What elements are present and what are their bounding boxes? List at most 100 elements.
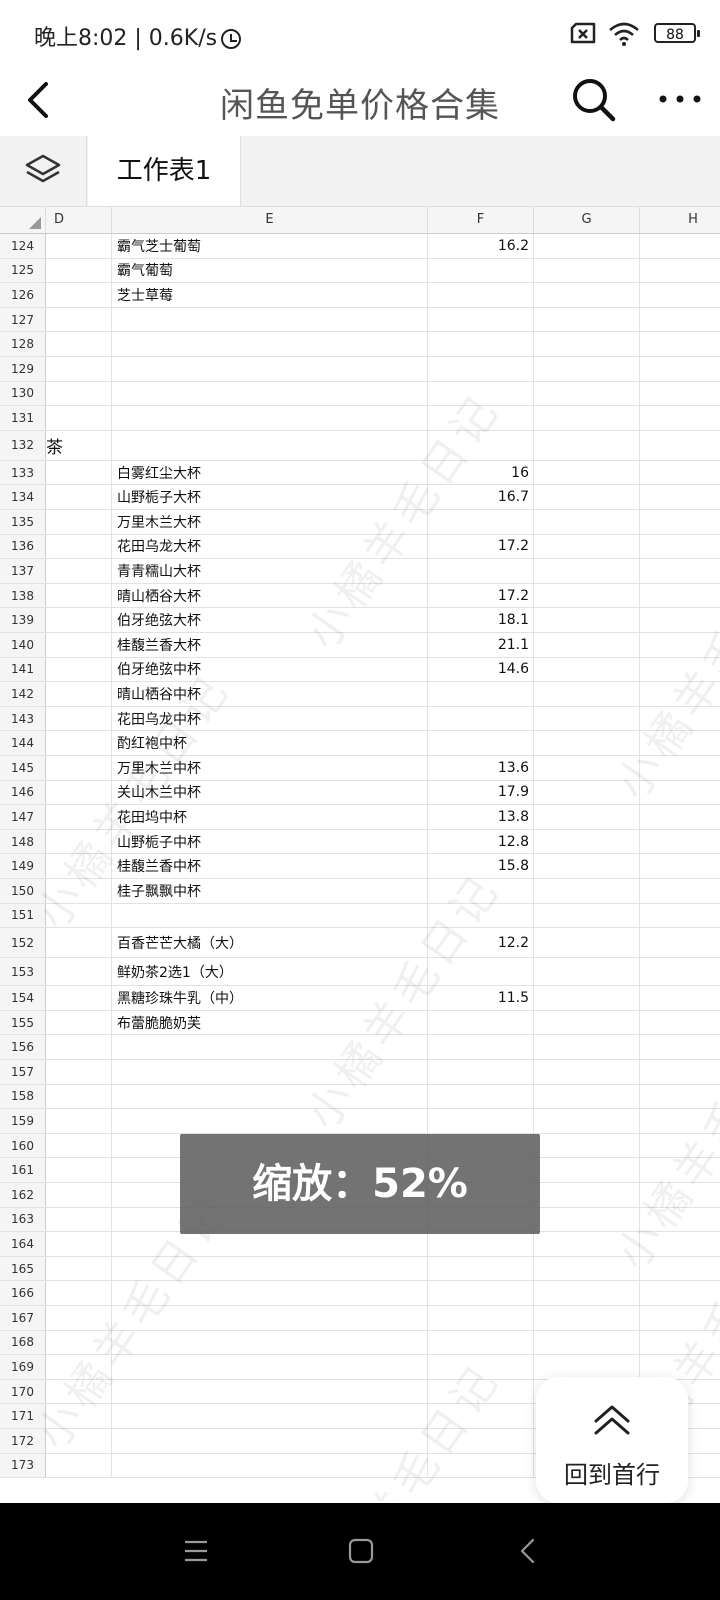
- row-number[interactable]: 168: [0, 1330, 46, 1355]
- cell-g[interactable]: [534, 559, 640, 583]
- row-number[interactable]: 148: [0, 829, 46, 854]
- cell-g[interactable]: [534, 854, 640, 878]
- cell-g[interactable]: [534, 485, 640, 509]
- row-number[interactable]: 145: [0, 756, 46, 780]
- cell-e[interactable]: [112, 1330, 428, 1355]
- cell-f[interactable]: [428, 1281, 534, 1305]
- cell-g[interactable]: [534, 657, 640, 682]
- cell-f[interactable]: [428, 283, 534, 307]
- cell-f[interactable]: [428, 1232, 534, 1256]
- cell-g[interactable]: [534, 608, 640, 632]
- cell-e[interactable]: 芝士草莓: [112, 283, 428, 307]
- row-number[interactable]: 150: [0, 879, 46, 903]
- row-number[interactable]: 129: [0, 357, 46, 381]
- cell-e[interactable]: 黑糖珍珠牛乳（中）: [112, 986, 428, 1010]
- cell-d[interactable]: [46, 1404, 112, 1428]
- menu-icon[interactable]: [183, 1539, 209, 1563]
- column-header-h[interactable]: H: [640, 207, 720, 233]
- cell-g[interactable]: [534, 1133, 640, 1158]
- cell-e[interactable]: [112, 1109, 428, 1133]
- cell-f[interactable]: 16: [428, 460, 534, 485]
- row-number[interactable]: 160: [0, 1133, 46, 1158]
- cell-e[interactable]: 桂馥兰香大杯: [112, 633, 428, 657]
- cell-d[interactable]: [46, 756, 112, 780]
- cell-d[interactable]: [46, 1306, 112, 1330]
- cell-f[interactable]: [428, 510, 534, 534]
- row-number[interactable]: 159: [0, 1109, 46, 1133]
- row-number[interactable]: 137: [0, 559, 46, 583]
- cell-f[interactable]: 12.8: [428, 829, 534, 854]
- row-number[interactable]: 166: [0, 1281, 46, 1305]
- cell-f[interactable]: [428, 1330, 534, 1355]
- cell-f[interactable]: 17.2: [428, 583, 534, 608]
- cell-g[interactable]: [534, 958, 640, 986]
- cell-e[interactable]: 晴山栖谷大杯: [112, 583, 428, 608]
- cell-e[interactable]: [112, 1084, 428, 1109]
- cell-f[interactable]: 13.6: [428, 756, 534, 780]
- row-number[interactable]: 126: [0, 283, 46, 307]
- cell-f[interactable]: 12.2: [428, 928, 534, 958]
- home-icon[interactable]: [348, 1538, 374, 1564]
- cell-f[interactable]: 17.2: [428, 534, 534, 559]
- cell-e[interactable]: 伯牙绝弦大杯: [112, 608, 428, 632]
- row-number[interactable]: 147: [0, 805, 46, 829]
- row-number[interactable]: 169: [0, 1355, 46, 1379]
- cell-g[interactable]: [534, 1109, 640, 1133]
- cell-e[interactable]: 布蕾脆脆奶芙: [112, 1010, 428, 1035]
- cell-f[interactable]: [428, 1010, 534, 1035]
- cell-e[interactable]: 青青糯山大杯: [112, 559, 428, 583]
- cell-g[interactable]: [534, 283, 640, 307]
- cell-f[interactable]: [428, 958, 534, 986]
- cell-f[interactable]: 14.6: [428, 657, 534, 682]
- cell-d[interactable]: [46, 357, 112, 381]
- cell-f[interactable]: [428, 1404, 534, 1428]
- cell-d[interactable]: [46, 460, 112, 485]
- cell-f[interactable]: 15.8: [428, 854, 534, 878]
- cell-f[interactable]: [428, 1035, 534, 1059]
- row-number[interactable]: 133: [0, 460, 46, 485]
- cell-e[interactable]: 桂馥兰香中杯: [112, 854, 428, 878]
- row-number[interactable]: 156: [0, 1035, 46, 1059]
- cell-g[interactable]: [534, 633, 640, 657]
- cell-e[interactable]: [112, 1404, 428, 1428]
- row-number[interactable]: 134: [0, 485, 46, 509]
- row-number[interactable]: 139: [0, 608, 46, 632]
- cell-d[interactable]: 茶: [46, 430, 112, 460]
- row-number[interactable]: 167: [0, 1306, 46, 1330]
- cell-d[interactable]: [46, 234, 112, 258]
- cell-d[interactable]: [46, 633, 112, 657]
- cell-f[interactable]: [428, 430, 534, 460]
- back-icon[interactable]: [518, 1538, 538, 1564]
- cell-e[interactable]: 花田乌龙中杯: [112, 706, 428, 731]
- cell-g[interactable]: [534, 234, 640, 258]
- row-number[interactable]: 162: [0, 1183, 46, 1207]
- cell-e[interactable]: [112, 357, 428, 381]
- cell-g[interactable]: [534, 534, 640, 559]
- cell-f[interactable]: 13.8: [428, 805, 534, 829]
- cell-d[interactable]: [46, 485, 112, 509]
- cell-f[interactable]: [428, 258, 534, 283]
- cell-g[interactable]: [534, 406, 640, 430]
- cell-g[interactable]: [534, 1355, 640, 1379]
- cell-f[interactable]: [428, 381, 534, 406]
- cell-e[interactable]: 山野栀子中杯: [112, 829, 428, 854]
- cell-d[interactable]: [46, 307, 112, 332]
- tab-sheet-1[interactable]: 工作表1: [88, 136, 241, 206]
- row-number[interactable]: 164: [0, 1232, 46, 1256]
- cell-f[interactable]: [428, 1109, 534, 1133]
- cell-d[interactable]: [46, 986, 112, 1010]
- row-number[interactable]: 131: [0, 406, 46, 430]
- cell-d[interactable]: [46, 1060, 112, 1084]
- cell-f[interactable]: [428, 682, 534, 706]
- cell-g[interactable]: [534, 780, 640, 805]
- cell-d[interactable]: [46, 1232, 112, 1256]
- row-number[interactable]: 153: [0, 958, 46, 986]
- row-number[interactable]: 155: [0, 1010, 46, 1035]
- cell-f[interactable]: 11.5: [428, 986, 534, 1010]
- cell-d[interactable]: [46, 780, 112, 805]
- cell-d[interactable]: [46, 1256, 112, 1281]
- cell-g[interactable]: [534, 510, 640, 534]
- cell-g[interactable]: [534, 1256, 640, 1281]
- cell-f[interactable]: 17.9: [428, 780, 534, 805]
- cell-e[interactable]: [112, 307, 428, 332]
